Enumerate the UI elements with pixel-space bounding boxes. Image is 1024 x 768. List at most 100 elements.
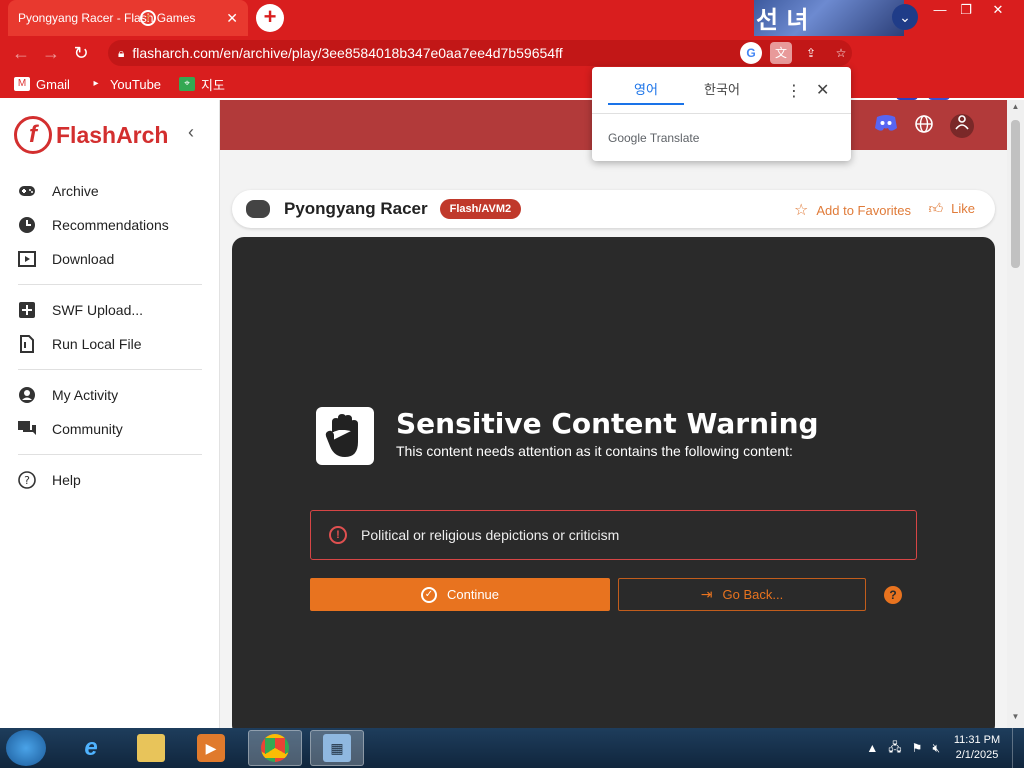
sidebar-item-label: Help [52, 472, 81, 488]
stop-hand-icon [316, 407, 374, 465]
taskbar-internet-explorer[interactable]: e [64, 730, 118, 766]
sidebar-item-community[interactable]: Community [0, 412, 220, 446]
reload-icon[interactable]: ↻ [66, 43, 96, 64]
close-icon[interactable]: ✕ [816, 80, 829, 100]
scroll-up-icon[interactable]: ▲ [1007, 102, 1024, 111]
bookmark-star-icon[interactable]: ☆ [830, 42, 852, 64]
browser-tab[interactable]: f Pyongyang Racer - Flash Games ✕ [8, 0, 248, 36]
sidebar-item-my-activity[interactable]: My Activity [0, 378, 220, 412]
translate-tab-source[interactable]: 영어 [608, 79, 684, 105]
clock-date: 2/1/2025 [955, 749, 999, 761]
discord-icon[interactable] [874, 114, 898, 138]
network-icon[interactable]: 🖧︎ [888, 738, 901, 759]
share-icon[interactable]: ⇪ [800, 42, 822, 64]
scroll-thumb[interactable] [1011, 120, 1020, 268]
file-icon [18, 335, 36, 353]
sidebar-item-recommendations[interactable]: Recommendations [0, 208, 220, 242]
forward-arrow-icon[interactable]: → [36, 43, 66, 64]
google-icon[interactable]: G [740, 42, 762, 64]
bookmark-label: Gmail [36, 76, 70, 92]
clock-time: 11:31 PM [953, 734, 1001, 746]
like-label: Like [951, 201, 975, 216]
volume-muted-icon[interactable]: 🔇︎ [932, 741, 940, 756]
bookmark-gmail[interactable]: M Gmail [14, 77, 70, 92]
taskbar-remote-desktop[interactable]: ▦ [310, 730, 364, 766]
gamepad-icon [18, 182, 36, 200]
clock[interactable]: 11:31 PM 2/1/2025 [950, 733, 1004, 763]
translate-tab-target[interactable]: 한국어 [684, 79, 760, 105]
sidebar-item-label: Recommendations [52, 217, 169, 233]
language-globe-icon[interactable] [912, 114, 936, 138]
warning-help-icon[interactable]: ? [884, 586, 902, 604]
favorites-label: Add to Favorites [816, 202, 911, 218]
sidebar-divider [18, 284, 202, 285]
exit-icon: ⇥ [700, 586, 713, 602]
close-window-button[interactable]: ✕ [984, 0, 1012, 22]
warning-title: Sensitive Content Warning [396, 407, 819, 440]
tab-title: Pyongyang Racer - Flash Games [18, 11, 196, 25]
bookmark-youtube[interactable]: ▸ YouTube [88, 77, 161, 92]
translate-language-tabs: 영어 한국어 [608, 79, 760, 105]
reason-text: Political or religious depictions or cri… [361, 527, 620, 543]
new-tab-button[interactable]: + [256, 4, 284, 32]
minimize-button[interactable]: — [926, 0, 954, 22]
account-icon[interactable] [950, 114, 974, 138]
scroll-down-icon[interactable]: ▼ [1007, 712, 1024, 721]
flasharch-logo[interactable]: f FlashArch [14, 116, 168, 154]
sidebar-item-label: Community [52, 421, 123, 437]
continue-label: Continue [446, 587, 500, 602]
add-to-favorites-button[interactable]: ☆ Add to Favorites [794, 200, 911, 220]
help-icon: ? [18, 471, 36, 489]
translate-popup: 영어 한국어 ⋮ ✕ Google Translate [592, 67, 851, 161]
user-icon [18, 386, 36, 404]
back-arrow-icon[interactable]: ← [6, 43, 36, 64]
collapse-sidebar-icon[interactable]: ‹ [188, 122, 194, 143]
continue-button[interactable]: ✓ Continue [310, 578, 610, 611]
action-center-flag-icon[interactable]: ⚑ [912, 741, 923, 755]
bookmark-maps[interactable]: ⌖ 지도 [179, 75, 225, 94]
address-bar[interactable]: 🔒︎ flasharch.com/en/archive/play/3ee8584… [108, 40, 852, 66]
tab-close-icon[interactable]: ✕ [226, 10, 238, 27]
maps-icon: ⌖ [179, 77, 196, 91]
go-back-label: Go Back... [722, 587, 784, 602]
check-circle-icon: ✓ [420, 586, 437, 603]
game-player: Sensitive Content Warning This content n… [232, 237, 995, 728]
gmail-icon: M [14, 77, 30, 91]
restore-button[interactable]: ❐ [952, 0, 980, 22]
svg-text:?: ? [24, 474, 30, 487]
sidebar-item-archive[interactable]: Archive [0, 174, 220, 208]
sidebar-item-swf-upload[interactable]: SWF Upload... [0, 293, 220, 327]
alert-icon: ! [329, 526, 347, 544]
browser-toolbar: ← → ↻ 🔒︎ flasharch.com/en/archive/play/3… [0, 36, 1024, 100]
theme-art-text: 선 녀 [756, 6, 809, 34]
platform-badge: Flash/AVM2 [439, 199, 522, 219]
taskbar-file-explorer[interactable] [124, 730, 178, 766]
sidebar-item-run-local-file[interactable]: Run Local File [0, 327, 220, 361]
go-back-button[interactable]: ⇥ Go Back... [618, 578, 866, 611]
screen: f Pyongyang Racer - Flash Games ✕ + 선 녀 … [0, 0, 1024, 768]
translate-icon[interactable]: 文 [770, 42, 792, 64]
system-tray: ▲ 🖧︎ ⚑ 🔇︎ 11:31 PM 2/1/2025 [866, 728, 1024, 768]
youtube-icon: ▸ [93, 78, 99, 89]
show-hidden-icons-icon[interactable]: ▲ [866, 741, 878, 755]
more-options-icon[interactable]: ⋮ [786, 81, 802, 101]
divider [592, 113, 851, 114]
taskbar-media-player[interactable]: ▶ [184, 730, 238, 766]
start-button[interactable] [6, 730, 46, 766]
bookmarks-bar: M Gmail ▸ YouTube ⌖ 지도 [0, 70, 1024, 98]
taskbar-chrome[interactable] [248, 730, 302, 766]
page-scrollbar[interactable]: ▲ ▼ [1007, 100, 1024, 728]
sidebar-item-download[interactable]: Download [0, 242, 220, 276]
lock-icon: 🔒︎ [118, 45, 125, 60]
tab-search-button[interactable]: ⌄ [892, 4, 918, 30]
upload-icon [18, 301, 36, 319]
sidebar-item-help[interactable]: ? Help [0, 463, 220, 497]
tabstrip-theme-art: 선 녀 [754, 0, 904, 36]
flasharch-logo-icon: f [14, 116, 52, 154]
sidebar-divider [18, 454, 202, 455]
logo-text: FlashArch [56, 121, 169, 148]
sidebar-nav: Archive Recommendations Download SWF Upl… [0, 174, 220, 497]
sidebar: f FlashArch ‹ Archive Recommendations Do… [0, 100, 220, 728]
show-desktop-button[interactable] [1012, 728, 1024, 768]
like-button[interactable]: 👍︎ Like [929, 200, 976, 217]
